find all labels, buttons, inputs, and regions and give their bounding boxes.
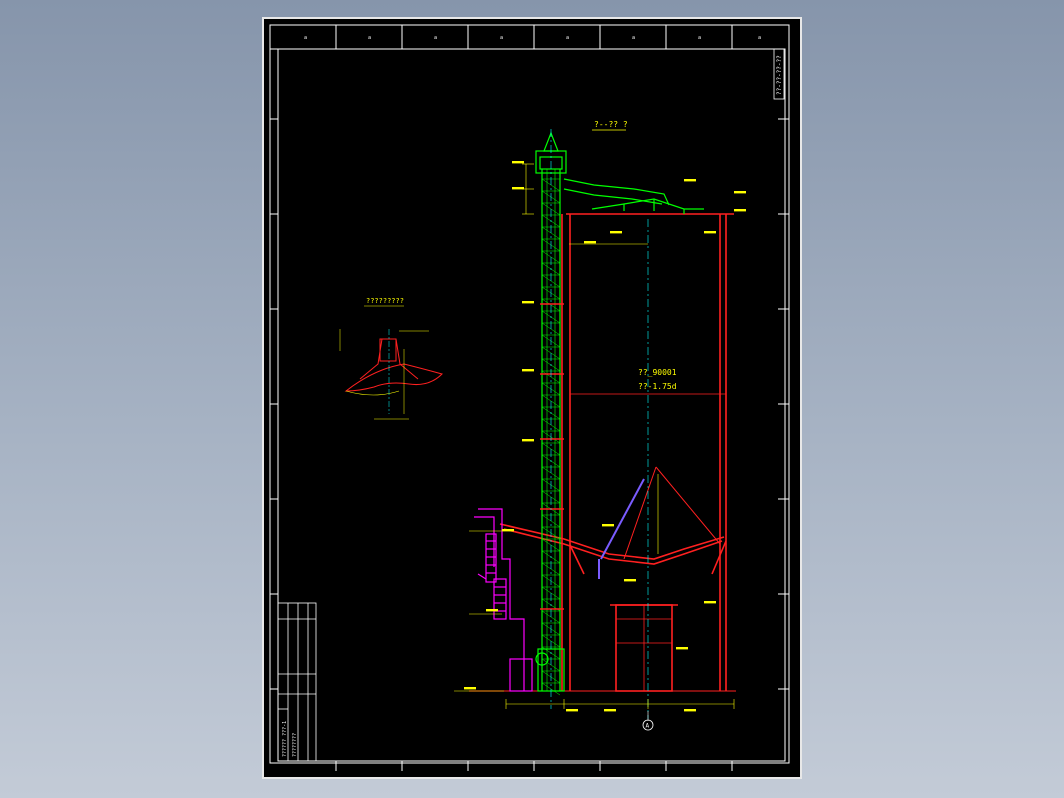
- title-block-name: ?????? ???-1: [282, 721, 288, 757]
- dimension-mark: [584, 241, 596, 244]
- zone-letter: a: [632, 35, 635, 41]
- dimension-mark: [734, 191, 746, 194]
- stair-platform: [474, 508, 533, 692]
- dimension-lines: [454, 163, 735, 709]
- detail-view: [339, 329, 443, 420]
- dimension-mark: [464, 687, 476, 690]
- silo-elevator-section-drawing: a a a a a a a a ??-??-??-?? ?????? ???-1: [269, 24, 790, 771]
- silo-structure: [469, 213, 736, 692]
- dimension-mark: [704, 601, 716, 604]
- angled-chute: [598, 478, 645, 579]
- drawing-code: ??-??-??-??: [776, 55, 783, 95]
- dimension-mark: [624, 579, 636, 582]
- drawing-code-box: ??-??-??-??: [773, 48, 785, 100]
- dimension-mark: [512, 161, 524, 164]
- title-block-text: ?????? ???-1 ????????: [282, 721, 298, 757]
- zone-letter: a: [434, 35, 437, 41]
- dimension-mark: [522, 369, 534, 372]
- section-title: ?--?? ?: [594, 120, 628, 129]
- dimension-mark: [604, 709, 616, 712]
- dimension-mark: [610, 231, 622, 234]
- border-zone-ticks-left: [270, 118, 789, 690]
- dimension-mark: [566, 709, 578, 712]
- border-zone-letters: a a a a a a a a: [304, 35, 761, 41]
- drawing-sheet: a a a a a a a a ??-??-??-?? ?????? ???-1: [262, 17, 802, 779]
- axis-bubble: A: [642, 711, 654, 731]
- dimension-mark: [602, 524, 614, 527]
- dimension-mark: [522, 301, 534, 304]
- zone-letter: a: [566, 35, 569, 41]
- silo-capacity-label: ??_90001: [638, 368, 677, 377]
- detail-title: ?????????: [366, 297, 404, 305]
- axis-label: A: [646, 723, 650, 730]
- border-zone-ticks-top: [335, 25, 733, 49]
- dimension-mark: [502, 529, 514, 532]
- dimension-mark: [522, 439, 534, 442]
- title-block-sub: ????????: [292, 733, 298, 757]
- zone-letter: a: [500, 35, 503, 41]
- zone-letter: a: [304, 35, 307, 41]
- dimension-mark: [684, 179, 696, 182]
- dimension-mark: [676, 647, 688, 650]
- dimension-mark: [512, 187, 524, 190]
- dimension-mark: [684, 709, 696, 712]
- silo-diameter-label: ??-1.75d: [638, 382, 677, 391]
- dimension-mark: [486, 609, 498, 612]
- dimension-marks: [464, 161, 746, 712]
- zone-letter: a: [758, 35, 761, 41]
- dimension-mark: [734, 209, 746, 212]
- dimension-mark: [704, 231, 716, 234]
- center-lines: [550, 129, 649, 719]
- zone-letter: a: [368, 35, 371, 41]
- zone-letter: a: [698, 35, 701, 41]
